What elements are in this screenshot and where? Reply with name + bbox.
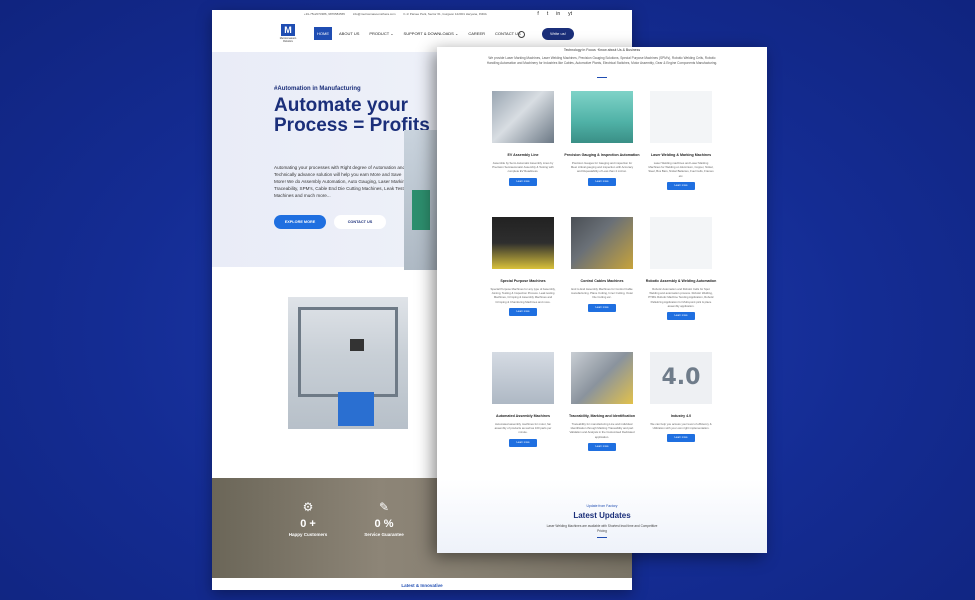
product-card-laser-welding: Laser Welding & Marking Machines Laser W… [636, 91, 726, 190]
card-title: Industry 4.0 [670, 414, 692, 418]
topbar-email[interactable]: info@metrosmasoonsthera.com [353, 12, 396, 16]
nav-item-home[interactable]: HOME [314, 27, 332, 40]
stat-number: 0 % [374, 518, 394, 530]
heading-underline [597, 77, 607, 78]
latest-updates-section: Update from Factory Latest Updates Laser… [437, 479, 767, 553]
learn-more-button[interactable]: Learn more [667, 181, 695, 190]
learn-more-button[interactable]: Learn more [588, 303, 616, 312]
product-card-ev-assembly: EV Assembly Line Assemble by Semi-Automa… [478, 91, 568, 186]
card-description: Automated assembly machines for motor, f… [494, 422, 552, 435]
laser-machine-image [650, 91, 712, 143]
machine-frame [298, 307, 398, 397]
certificate-icon: ✎ [378, 500, 390, 514]
card-description: Traceability for manufacturing Line and … [569, 422, 635, 439]
machine-blue-base [338, 392, 374, 426]
network-icon: ⚙ [302, 500, 314, 514]
card-description: Laser Welding machines and Laser Marking… [648, 161, 714, 178]
machine-screen [350, 339, 364, 351]
social-links: f t in yt [537, 11, 572, 17]
card-title: Laser Welding & Marking Machines [650, 153, 712, 157]
site-logo[interactable]: M Metrosmasoon Robotics [276, 24, 300, 50]
hero-description: Automating your processes with Right deg… [274, 165, 412, 198]
learn-more-button[interactable]: Learn more [588, 442, 616, 451]
traceability-image [571, 352, 633, 404]
industry-4-image: 4.0 [650, 352, 712, 404]
nav-item-product[interactable]: PRODUCT ⌄ [366, 27, 396, 40]
learn-more-button[interactable]: Learn more [588, 177, 616, 186]
cable-machine-image [571, 217, 633, 269]
product-card-automated-assembly: Automated Assembly Machines Automated as… [478, 352, 568, 447]
latest-tag: Update from Factory [586, 504, 618, 508]
product-card-precision-gauging: Precision Gauging & Inspection Automatio… [557, 91, 647, 186]
card-title: Precision Gauging & Inspection Automatio… [564, 153, 640, 157]
topbar-phone: +91-75x2073386, 9876584565 [304, 12, 345, 16]
learn-more-button[interactable]: Learn more [509, 307, 537, 316]
gauging-machine-image [571, 91, 633, 143]
latest-innovative-label: Latest & Innovative [401, 583, 443, 588]
nav-item-career[interactable]: CAREER [465, 27, 488, 40]
stat-label: Service Guarantee [364, 532, 404, 537]
card-title: Special Purpose Machines [500, 279, 546, 283]
hero-tag: #Automation in Manufacturing [274, 86, 361, 92]
explore-more-button[interactable]: EXPLORE MORE [274, 215, 326, 229]
robot-arm-image [650, 217, 712, 269]
card-title: Control Cables Machines [580, 279, 624, 283]
card-description: Precision Gauges for Gauging and inspect… [570, 161, 634, 174]
product-card-traceability: Traceability, Marking and Identification… [557, 352, 647, 451]
card-description: Special Purpose Machines for any type of… [490, 287, 556, 304]
product-card-spm: Special Purpose Machines Special Purpose… [478, 217, 568, 316]
section-heading: Technology in Focus ·Know about Us & Bus… [563, 48, 641, 52]
card-description: We can help you access your level of eff… [650, 422, 712, 431]
stat-number: 0 + [300, 518, 316, 530]
card-title: Robotic Assembly & Welding Automation [645, 279, 717, 283]
card-description: Robotic Automation and Robotic Cells for… [648, 287, 714, 308]
topbar-address: F-1/ Parsee Park, Sector 61, Gurgaon 122… [403, 12, 487, 16]
latest-description: Laser Welding Machines are available wit… [546, 524, 658, 533]
latest-underline [597, 537, 607, 538]
ev-assembly-image [492, 91, 554, 143]
logo-text: Metrosmasoon Robotics [279, 37, 297, 43]
search-icon[interactable] [518, 31, 525, 38]
logo-mark: M [281, 24, 295, 36]
learn-more-button[interactable]: Learn more [667, 434, 695, 443]
twitter-icon[interactable]: t [547, 11, 548, 17]
latest-title: Latest Updates [573, 511, 631, 520]
linkedin-icon[interactable]: in [556, 11, 560, 17]
section-intro: We provide Laser Marking Machines, Laser… [486, 56, 718, 65]
assembly-machine-image [492, 352, 554, 404]
product-card-industry-4: 4.0 Industry 4.0 We can help you access … [636, 352, 726, 443]
card-description: End to End Assembly Machines for Control… [570, 287, 634, 300]
spm-image [492, 217, 554, 269]
stat-service-guarantee: ✎ 0 % Service Guarantee [344, 500, 424, 537]
stat-happy-customers: ⚙ 0 + Happy Customers [268, 500, 348, 537]
youtube-icon[interactable]: yt [568, 11, 572, 17]
machine-photo [288, 297, 408, 429]
nav-item-support[interactable]: SUPPORT & DOWNLOADS ⌄ [401, 27, 462, 40]
write-us-button[interactable]: Write us! [542, 28, 574, 40]
products-page-screenshot: Technology in Focus ·Know about Us & Bus… [437, 47, 767, 553]
card-description: Assemble by Semi-Automatic Assembly Line… [492, 161, 554, 174]
product-card-control-cables: Control Cables Machines End to End Assem… [557, 217, 647, 312]
product-card-robotic: Robotic Assembly & Welding Automation Ro… [636, 217, 726, 321]
facebook-icon[interactable]: f [537, 11, 538, 17]
card-title: Automated Assembly Machines [496, 414, 550, 418]
learn-more-button[interactable]: Learn more [509, 438, 537, 447]
nav-menu: HOME ABOUT US PRODUCT ⌄ SUPPORT & DOWNLO… [314, 27, 524, 40]
stat-label: Happy Customers [288, 532, 328, 537]
learn-more-button[interactable]: Learn more [667, 312, 695, 321]
card-title: Traceability, Marking and Identification [568, 414, 636, 418]
learn-more-button[interactable]: Learn more [509, 177, 537, 186]
nav-item-about[interactable]: ABOUT US [336, 27, 362, 40]
card-title: EV Assembly Line [507, 153, 539, 157]
contact-us-button[interactable]: CONTACT US [334, 215, 386, 229]
